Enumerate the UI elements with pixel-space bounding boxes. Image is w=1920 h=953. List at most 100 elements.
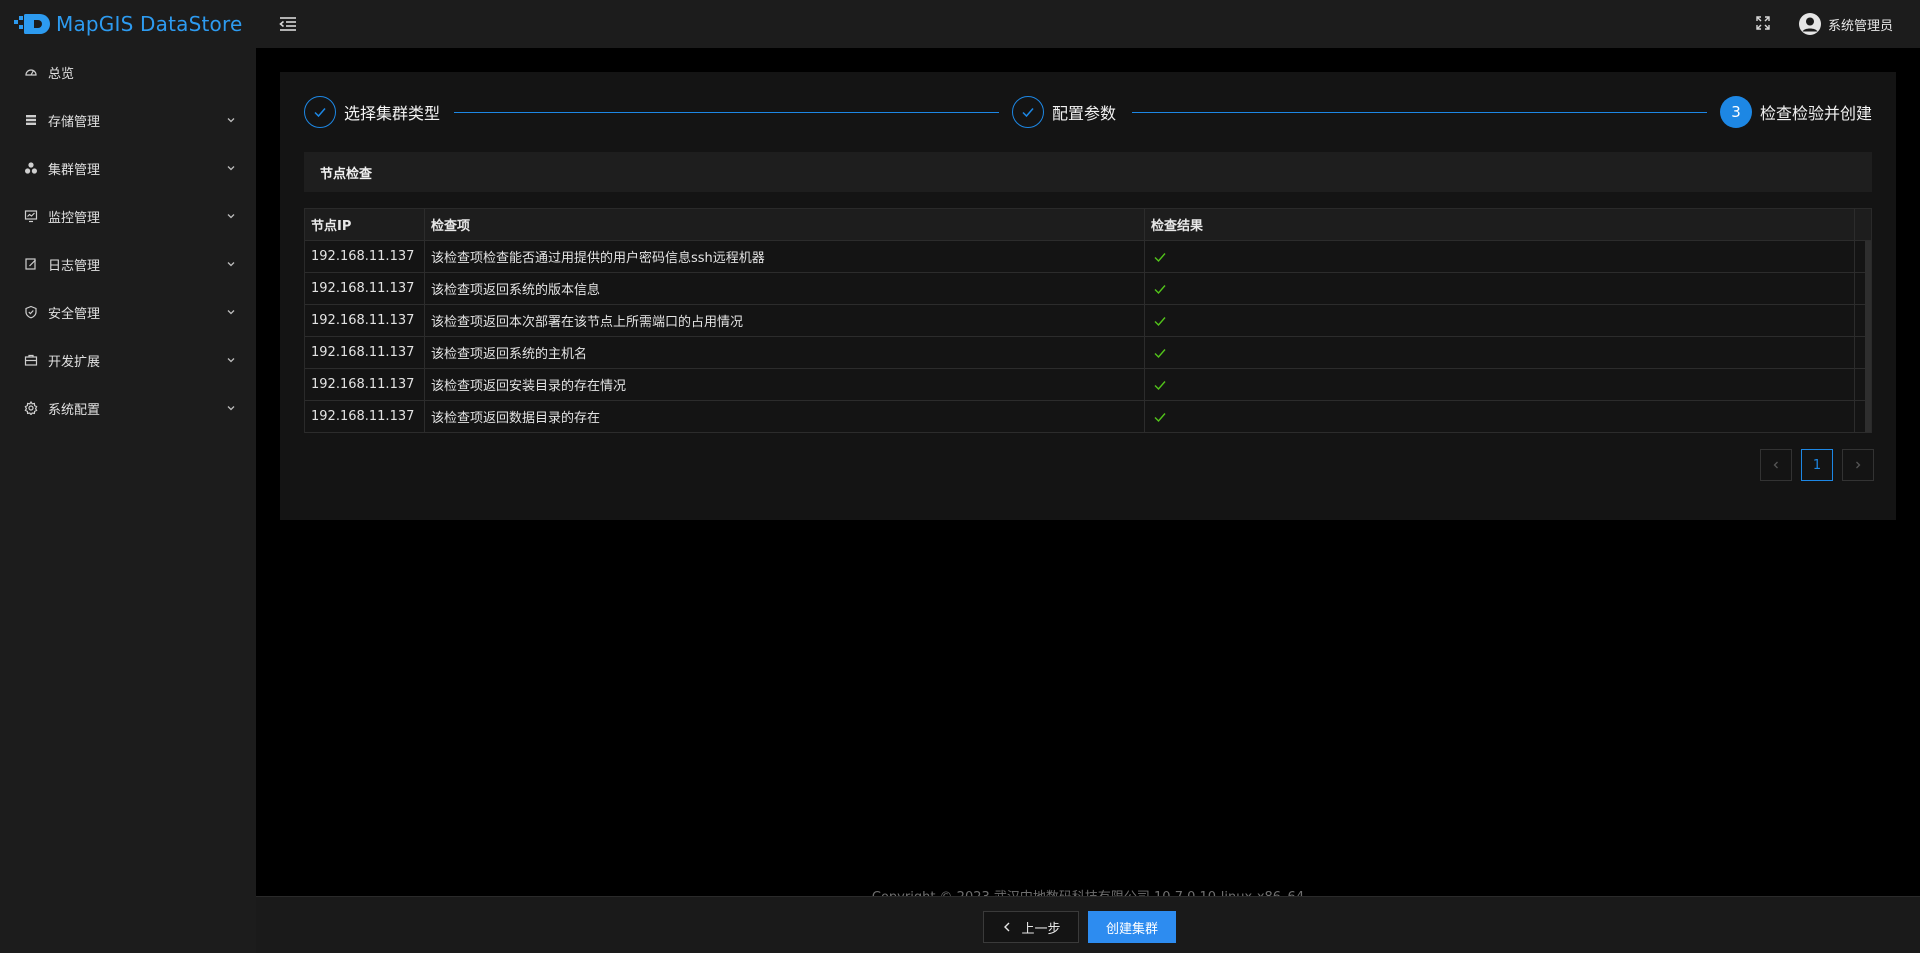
storage-icon (24, 113, 38, 127)
sidebar-nav: 总览 存储管理 集群管理 监控管理 日志管理 安全管理 开发扩展 系统配置 (0, 48, 256, 432)
sidebar-item-cluster[interactable]: 集群管理 (0, 144, 256, 192)
prev-step-label: 上一步 (1021, 921, 1061, 937)
cell-result (1145, 337, 1855, 368)
sidebar-item-label: 日志管理 (48, 258, 101, 274)
success-check-icon (1154, 380, 1166, 390)
toolbox-icon (24, 353, 38, 367)
create-cluster-button[interactable]: 创建集群 (1088, 911, 1176, 943)
cell-result (1145, 305, 1855, 336)
column-header-ip[interactable]: 节点IP (305, 209, 425, 240)
chevron-down-icon (226, 355, 236, 365)
success-check-icon (1154, 316, 1166, 326)
prev-page-button[interactable] (1760, 449, 1792, 481)
table-scrollbar[interactable] (1865, 241, 1871, 432)
chevron-right-icon (1856, 461, 1861, 469)
app-logo[interactable]: MapGIS DataStore (0, 0, 256, 48)
step-connector (454, 112, 999, 113)
table-row: 192.168.11.137 该检查项返回数据目录的存在 (305, 401, 1871, 433)
create-cluster-card: 选择集群类型 配置参数 3 检查检验并创建 节点检查 节点IP 检查项 检查结果… (280, 72, 1896, 520)
cell-result (1145, 241, 1855, 272)
step-select-cluster-type[interactable]: 选择集群类型 (304, 96, 440, 128)
step-connector (1132, 112, 1707, 113)
sidebar-item-storage[interactable]: 存储管理 (0, 96, 256, 144)
success-check-icon (1154, 284, 1166, 294)
step-config-params[interactable]: 配置参数 (1012, 96, 1116, 128)
sidebar-item-system-config[interactable]: 系统配置 (0, 384, 256, 432)
cell-ip: 192.168.11.137 (305, 337, 425, 368)
table-header: 节点IP 检查项 检查结果 (305, 209, 1871, 241)
shield-icon (24, 305, 38, 319)
user-menu[interactable]: 系统管理员 (1798, 12, 1893, 36)
sidebar-item-dev-extension[interactable]: 开发扩展 (0, 336, 256, 384)
sidebar: MapGIS DataStore 总览 存储管理 集群管理 监控管理 日志管理 … (0, 0, 256, 953)
success-check-icon (1154, 412, 1166, 422)
cluster-icon (24, 161, 38, 175)
node-check-table: 节点IP 检查项 检查结果 192.168.11.137 该检查项检查能否通过用… (304, 208, 1872, 433)
table-row: 192.168.11.137 该检查项返回安装目录的存在情况 (305, 369, 1871, 401)
sidebar-item-label: 开发扩展 (48, 354, 101, 370)
table-body: 192.168.11.137 该检查项检查能否通过用提供的用户密码信息ssh远程… (305, 241, 1871, 433)
cell-item: 该检查项返回安装目录的存在情况 (425, 369, 1145, 400)
cell-ip: 192.168.11.137 (305, 369, 425, 400)
header-scroll-gutter (1855, 209, 1871, 240)
chevron-left-icon (1773, 461, 1778, 469)
steps: 选择集群类型 配置参数 3 检查检验并创建 (304, 96, 1872, 132)
cell-ip: 192.168.11.137 (305, 401, 425, 432)
fullscreen-icon[interactable] (1756, 16, 1770, 30)
step-number: 3 (1720, 96, 1752, 128)
sidebar-item-label: 存储管理 (48, 114, 101, 130)
chevron-down-icon (226, 163, 236, 173)
page-button-current[interactable]: 1 (1801, 449, 1833, 481)
cell-ip: 192.168.11.137 (305, 273, 425, 304)
prev-step-button[interactable]: 上一步 (983, 911, 1079, 943)
next-page-button[interactable] (1842, 449, 1874, 481)
avatar-icon (1798, 12, 1822, 36)
bottom-action-bar: 上一步 创建集群 (256, 896, 1920, 953)
sidebar-item-overview[interactable]: 总览 (0, 48, 256, 96)
check-icon (304, 96, 336, 128)
sidebar-item-label: 总览 (48, 66, 75, 82)
chevron-down-icon (226, 211, 236, 221)
step-check-and-create[interactable]: 3 检查检验并创建 (1720, 96, 1872, 128)
log-icon (24, 257, 38, 271)
table-row: 192.168.11.137 该检查项返回系统的版本信息 (305, 273, 1871, 305)
step-title: 配置参数 (1052, 104, 1117, 123)
table-row: 192.168.11.137 该检查项检查能否通过用提供的用户密码信息ssh远程… (305, 241, 1871, 273)
sidebar-item-label: 监控管理 (48, 210, 101, 226)
top-header: 系统管理员 (256, 0, 1920, 48)
sidebar-item-label: 系统配置 (48, 402, 101, 418)
logo-text: MapGIS DataStore (56, 12, 243, 36)
sidebar-item-label: 集群管理 (48, 162, 101, 178)
column-header-result[interactable]: 检查结果 (1145, 209, 1855, 240)
gear-icon (24, 401, 38, 415)
sidebar-item-security[interactable]: 安全管理 (0, 288, 256, 336)
step-title: 选择集群类型 (344, 104, 441, 123)
step-title: 检查检验并创建 (1760, 104, 1873, 123)
cell-result (1145, 401, 1855, 432)
success-check-icon (1154, 348, 1166, 358)
cell-item: 该检查项检查能否通过用提供的用户密码信息ssh远程机器 (425, 241, 1145, 272)
cell-ip: 192.168.11.137 (305, 305, 425, 336)
cell-item: 该检查项返回系统的版本信息 (425, 273, 1145, 304)
sidebar-item-label: 安全管理 (48, 306, 101, 322)
table-row: 192.168.11.137 该检查项返回系统的主机名 (305, 337, 1871, 369)
sidebar-item-monitor[interactable]: 监控管理 (0, 192, 256, 240)
cell-item: 该检查项返回数据目录的存在 (425, 401, 1145, 432)
pagination: 1 (1760, 449, 1874, 481)
sidebar-item-log[interactable]: 日志管理 (0, 240, 256, 288)
success-check-icon (1154, 252, 1166, 262)
chevron-down-icon (226, 259, 236, 269)
chevron-left-icon (1004, 922, 1010, 932)
menu-fold-icon[interactable] (278, 14, 298, 34)
column-header-item[interactable]: 检查项 (425, 209, 1145, 240)
cell-result (1145, 369, 1855, 400)
dashboard-icon (24, 65, 38, 79)
table-row: 192.168.11.137 该检查项返回本次部署在该节点上所需端口的占用情况 (305, 305, 1871, 337)
check-icon (1012, 96, 1044, 128)
monitor-icon (24, 209, 38, 223)
cell-item: 该检查项返回本次部署在该节点上所需端口的占用情况 (425, 305, 1145, 336)
cell-item: 该检查项返回系统的主机名 (425, 337, 1145, 368)
user-name: 系统管理员 (1828, 18, 1894, 34)
section-title: 节点检查 (304, 152, 1872, 192)
chevron-down-icon (226, 307, 236, 317)
